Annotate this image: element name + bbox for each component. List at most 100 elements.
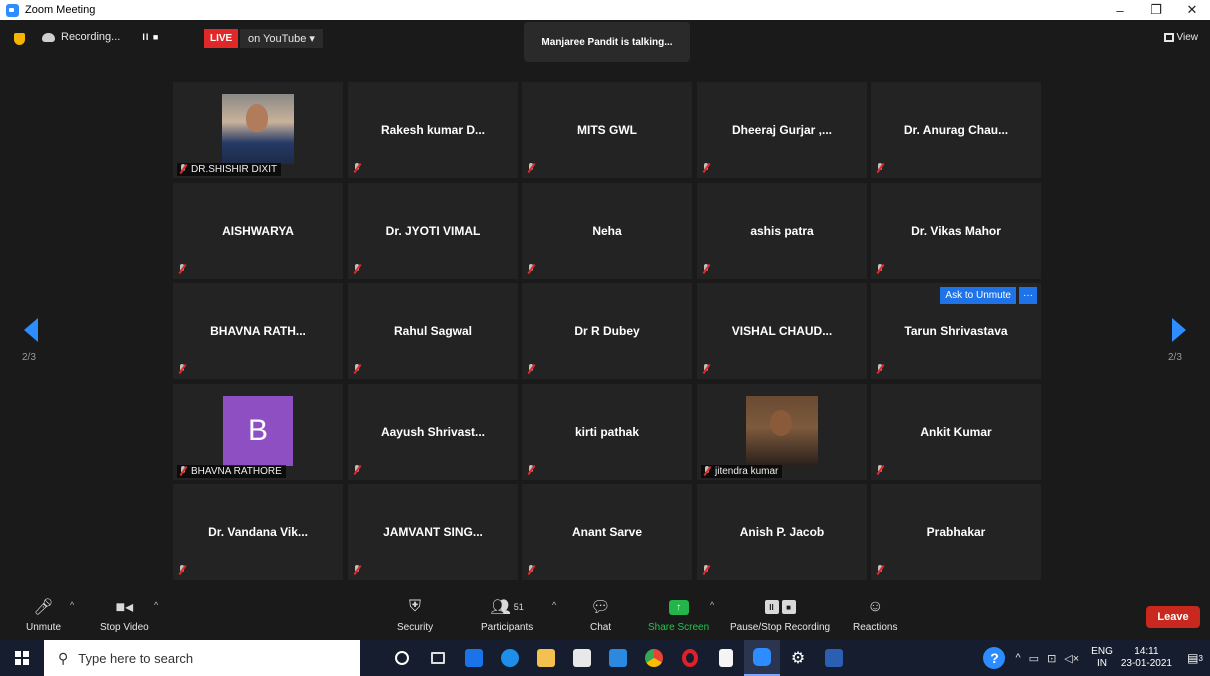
battery-icon[interactable]: ▭ xyxy=(1029,652,1039,665)
participant-name: kirti pathak xyxy=(574,425,640,439)
microphone-muted-icon xyxy=(876,163,885,173)
pause-stop-recording-button[interactable]: II ■ Pause/Stop Recording xyxy=(730,596,830,633)
notepad-app[interactable] xyxy=(708,640,744,676)
participants-options-caret-icon[interactable]: ^ xyxy=(552,600,556,610)
chevron-up-icon[interactable]: ^ xyxy=(1015,652,1020,664)
task-view-button[interactable] xyxy=(420,640,456,676)
previous-page-button[interactable]: 2/3 xyxy=(12,318,52,368)
participant-tile[interactable]: Dr. JYOTI VIMAL xyxy=(348,183,518,279)
share-screen-button[interactable]: ↑ Share Screen xyxy=(648,596,709,633)
word-app[interactable] xyxy=(816,640,852,676)
opera-app[interactable] xyxy=(672,640,708,676)
participant-tile[interactable]: B BHAVNA RATHORE xyxy=(173,384,343,480)
participant-tile[interactable]: Dheeraj Gurjar ,... xyxy=(697,82,867,178)
notifications-button[interactable]: ▤ 3 xyxy=(1180,640,1210,676)
participants-label: Participants xyxy=(481,622,534,633)
cortana-button[interactable] xyxy=(384,640,420,676)
participant-tile[interactable]: Rahul Sagwal xyxy=(348,283,518,379)
taskbar-search-box[interactable]: ⚲ Type here to search xyxy=(44,640,360,676)
participant-tile[interactable]: Neha xyxy=(522,183,692,279)
video-options-caret-icon[interactable]: ^ xyxy=(154,600,158,610)
participant-tile[interactable]: BHAVNA RATH... xyxy=(173,283,343,379)
participant-tile[interactable]: Dr R Dubey xyxy=(522,283,692,379)
stop-video-button[interactable]: ■◂ Stop Video xyxy=(100,596,149,633)
network-icon[interactable]: ⊡ xyxy=(1047,652,1056,665)
microphone-muted-icon xyxy=(527,465,536,475)
audio-options-caret-icon[interactable]: ^ xyxy=(70,600,74,610)
microphone-muted-icon xyxy=(353,264,362,274)
participant-name: BHAVNA RATH... xyxy=(210,324,306,338)
store-app[interactable] xyxy=(564,640,600,676)
chat-bubble-icon: 💬︎ xyxy=(590,599,611,616)
participant-tile[interactable]: Anant Sarve xyxy=(522,484,692,580)
edge-app[interactable] xyxy=(492,640,528,676)
participant-name: Dr R Dubey xyxy=(574,324,640,338)
participant-tile[interactable]: Rakesh kumar D... xyxy=(348,82,518,178)
security-shield-icon: ⛨ xyxy=(409,598,422,615)
taskbar-apps: ⚙ xyxy=(384,640,852,676)
reactions-button[interactable]: ☺ Reactions xyxy=(853,596,897,633)
participant-tile[interactable]: DR.SHISHIR DIXIT xyxy=(173,82,343,178)
participant-tile[interactable]: AISHWARYA xyxy=(173,183,343,279)
volume-icon[interactable]: ◁× xyxy=(1064,652,1079,665)
taskbar-clock[interactable]: 14:11 23-01-2021 xyxy=(1121,646,1172,670)
input-language[interactable]: ENG IN xyxy=(1091,646,1113,670)
participant-tile[interactable]: Anish P. Jacob xyxy=(697,484,867,580)
participant-tile[interactable]: jitendra kumar xyxy=(697,384,867,480)
microphone-muted-icon xyxy=(527,565,536,575)
participant-tile[interactable]: Dr. Vikas Mahor xyxy=(871,183,1041,279)
shield-icon[interactable] xyxy=(14,33,25,45)
unmute-label: Unmute xyxy=(26,622,62,633)
ask-to-unmute-button[interactable]: Ask to Unmute xyxy=(940,287,1016,304)
start-button[interactable] xyxy=(0,640,44,676)
gear-icon: ⚙ xyxy=(790,650,806,667)
chrome-icon xyxy=(645,649,663,667)
mail-app[interactable] xyxy=(456,640,492,676)
recording-pause-stop-controls[interactable]: II ■ xyxy=(142,32,159,42)
leave-button[interactable]: Leave xyxy=(1146,606,1200,628)
participant-name: Anish P. Jacob xyxy=(739,525,825,539)
close-button[interactable]: ✕ xyxy=(1174,0,1210,20)
minimize-button[interactable]: – xyxy=(1102,0,1138,20)
participant-tile[interactable]: Ankit Kumar xyxy=(871,384,1041,480)
participant-tile[interactable]: Dr. Vandana Vik... xyxy=(173,484,343,580)
participant-name: BHAVNA RATHORE xyxy=(191,466,282,477)
settings-app[interactable]: ⚙ xyxy=(780,640,816,676)
microphone-muted-icon xyxy=(179,466,188,476)
security-button[interactable]: ⛨ Security xyxy=(397,596,433,633)
participant-tile[interactable]: kirti pathak xyxy=(522,384,692,480)
chrome-app[interactable] xyxy=(636,640,672,676)
zoom-app[interactable] xyxy=(744,640,780,676)
participant-tile[interactable]: Tarun Shrivastava Ask to Unmute ··· xyxy=(871,283,1041,379)
participant-tile[interactable]: JAMVANT SING... xyxy=(348,484,518,580)
word-icon xyxy=(825,649,843,667)
participants-button[interactable]: 👥︎ 51 Participants xyxy=(481,596,533,633)
participant-name: Rakesh kumar D... xyxy=(380,123,486,137)
photos-app[interactable] xyxy=(600,640,636,676)
next-page-button[interactable]: 2/3 xyxy=(1158,318,1198,368)
share-options-caret-icon[interactable]: ^ xyxy=(710,600,714,610)
participants-count: 51 xyxy=(513,602,524,612)
more-options-button[interactable]: ··· xyxy=(1019,287,1037,304)
help-icon[interactable]: ? xyxy=(983,647,1006,669)
participant-tile[interactable]: Dr. Anurag Chau... xyxy=(871,82,1041,178)
participant-name: VISHAL CHAUD... xyxy=(731,324,833,338)
youtube-stream-dropdown[interactable]: on YouTube ▾ xyxy=(240,29,323,48)
participant-avatar: B xyxy=(223,396,293,466)
participant-tile[interactable]: Prabhakar xyxy=(871,484,1041,580)
participant-tile[interactable]: MITS GWL xyxy=(522,82,692,178)
participant-photo xyxy=(222,94,294,164)
unmute-button[interactable]: 🎤︎ Unmute xyxy=(26,596,61,633)
participant-tile[interactable]: ashis patra xyxy=(697,183,867,279)
participant-tile[interactable]: VISHAL CHAUD... xyxy=(697,283,867,379)
participant-name: Prabhakar xyxy=(926,525,986,539)
microphone-muted-icon xyxy=(876,364,885,374)
maximize-button[interactable]: ❐ xyxy=(1138,0,1174,20)
view-button[interactable]: View xyxy=(1163,32,1198,43)
file-explorer-app[interactable] xyxy=(528,640,564,676)
task-view-icon xyxy=(431,652,445,664)
pause-stop-icon: II ■ xyxy=(764,600,796,614)
participant-tile[interactable]: Aayush Shrivast... xyxy=(348,384,518,480)
chat-button[interactable]: 💬︎ Chat xyxy=(590,596,611,633)
reactions-label: Reactions xyxy=(853,622,898,633)
